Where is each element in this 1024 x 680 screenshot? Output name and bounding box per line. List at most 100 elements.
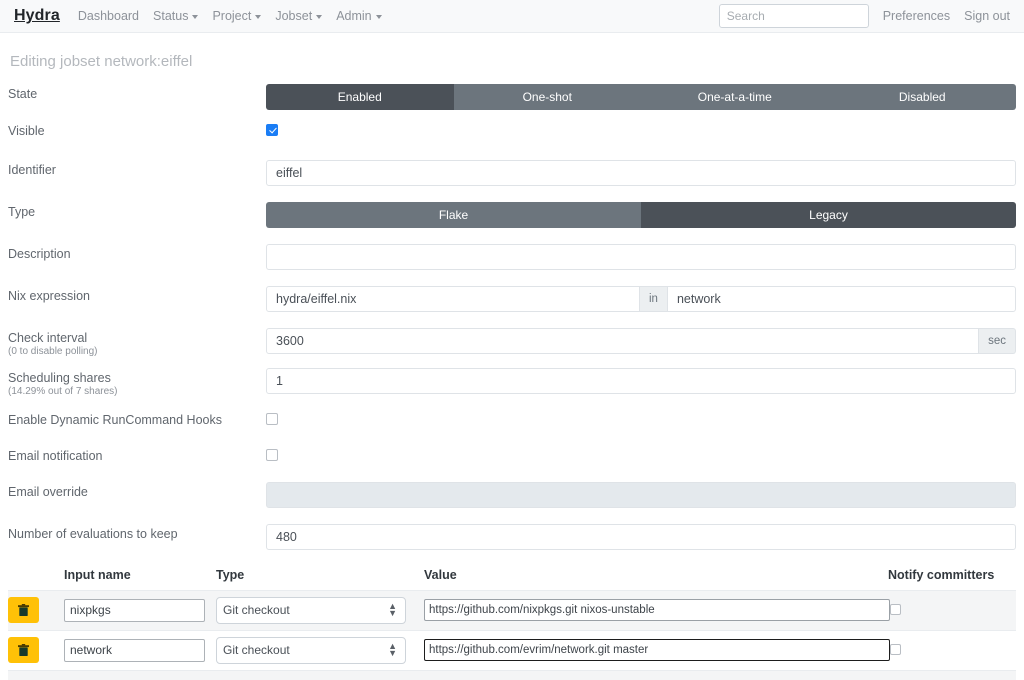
input-row-value-cell [424,639,890,661]
input-type-select-wrap: Git checkout ▲▼ [216,597,406,624]
nav-item-label: Admin [336,9,371,23]
field-label-email-notification: Email notification [8,446,266,463]
field-row-type: Type Flake Legacy [8,202,1016,228]
field-label-dynamic-runcommand: Enable Dynamic RunCommand Hooks [8,410,266,427]
state-option-enabled[interactable]: Enabled [266,84,454,110]
nix-expression-input-name-input[interactable] [667,286,1016,312]
scheduling-shares-control [266,368,1016,394]
nav-right-group: Preferences Sign out [719,4,1010,28]
email-override-control [266,482,1016,508]
type-option-flake[interactable]: Flake [266,202,641,228]
identifier-input[interactable] [266,160,1016,186]
field-label-state: State [8,84,266,101]
input-row-delete-cell [8,597,64,623]
sign-out-link[interactable]: Sign out [964,9,1010,23]
check-interval-control: sec [266,328,1016,354]
field-label-identifier: Identifier [8,160,266,177]
notify-committers-checkbox[interactable] [890,644,901,655]
input-name-field[interactable] [64,639,205,662]
input-row-notify-cell [890,643,1018,658]
field-row-visible: Visible [8,121,1016,143]
field-row-scheduling-shares: Scheduling shares (14.29% out of 7 share… [8,368,1016,398]
description-input[interactable] [266,244,1016,270]
state-option-one-shot[interactable]: One-shot [454,84,642,110]
nix-expression-in-addon: in [640,286,667,312]
field-row-dynamic-runcommand: Enable Dynamic RunCommand Hooks [8,410,1016,432]
type-option-legacy[interactable]: Legacy [641,202,1016,228]
evaluations-to-keep-control [266,524,1016,550]
field-label-email-override: Email override [8,482,266,499]
field-label-sub: (14.29% out of 7 shares) [8,386,266,398]
email-notification-checkbox[interactable] [266,449,278,461]
type-button-group: Flake Legacy [266,202,1016,228]
state-option-disabled[interactable]: Disabled [829,84,1017,110]
primary-nav: Dashboard Status Project Jobset Admin [78,9,382,23]
chevron-down-icon [255,15,261,19]
chevron-down-icon [376,15,382,19]
input-name-field[interactable] [64,599,205,622]
table-header-input-name: Input name [64,568,216,582]
field-label-text: Check interval [8,331,87,345]
table-header-value: Value [424,568,888,582]
type-control: Flake Legacy [266,202,1016,228]
field-row-evaluations-to-keep: Number of evaluations to keep [8,524,1016,550]
nav-item-dashboard[interactable]: Dashboard [78,9,139,23]
trash-icon [18,604,29,617]
evaluations-to-keep-input[interactable] [266,524,1016,550]
nix-expression-path-input[interactable] [266,286,640,312]
nav-item-label: Dashboard [78,9,139,23]
input-type-select[interactable]: Git checkout [216,597,406,624]
nav-item-jobset[interactable]: Jobset [275,9,322,23]
input-row-delete-cell [8,637,64,663]
field-label-description: Description [8,244,266,261]
field-label-check-interval: Check interval (0 to disable polling) [8,328,266,358]
table-header-notify-committers: Notify committers [888,568,1016,582]
description-control [266,244,1016,270]
field-label-text: Scheduling shares [8,371,111,385]
scheduling-shares-input[interactable] [266,368,1016,394]
table-header-type: Type [216,568,424,582]
check-interval-input[interactable] [266,328,979,354]
delete-input-button[interactable] [8,597,39,623]
visible-control [266,121,1016,139]
page-container: Editing jobset network:eiffel State Enab… [0,33,1024,680]
nav-item-label: Project [212,9,251,23]
input-row-value-cell [424,599,890,621]
field-row-email-override: Email override [8,482,1016,508]
email-notification-control [266,446,1016,464]
table-row: Git checkout ▲▼ [8,630,1016,670]
input-row-name-cell [64,639,216,662]
email-override-input [266,482,1016,508]
nav-item-project[interactable]: Project [212,9,261,23]
dynamic-runcommand-checkbox[interactable] [266,413,278,425]
brand-logo[interactable]: Hydra [14,7,60,25]
preferences-link[interactable]: Preferences [883,9,950,23]
field-label-nix-expression: Nix expression [8,286,266,303]
trash-icon [18,644,29,657]
nav-item-status[interactable]: Status [153,9,198,23]
state-option-one-at-a-time[interactable]: One-at-a-time [641,84,829,110]
state-control: Enabled One-shot One-at-a-time Disabled [266,84,1016,110]
field-label-visible: Visible [8,121,266,138]
field-row-nix-expression: Nix expression in [8,286,1016,312]
input-type-select[interactable]: Git checkout [216,637,406,664]
nix-expression-input-group: in [266,286,1016,312]
input-type-select-wrap: Git checkout ▲▼ [216,637,406,664]
nav-item-admin[interactable]: Admin [336,9,381,23]
add-input-row: ➕ Add a new input [8,671,1016,680]
identifier-control [266,160,1016,186]
input-value-field[interactable] [424,599,890,621]
search-input[interactable] [719,4,869,28]
nav-item-label: Jobset [275,9,312,23]
visible-checkbox[interactable] [266,124,278,136]
field-label-evaluations-to-keep: Number of evaluations to keep [8,524,266,541]
chevron-down-icon [316,15,322,19]
delete-input-button[interactable] [8,637,39,663]
state-button-group: Enabled One-shot One-at-a-time Disabled [266,84,1016,110]
table-row: Git checkout ▲▼ [8,590,1016,630]
input-row-type-cell: Git checkout ▲▼ [216,597,424,624]
field-label-sub: (0 to disable polling) [8,346,266,358]
input-value-field[interactable] [424,639,890,661]
field-row-check-interval: Check interval (0 to disable polling) se… [8,328,1016,358]
notify-committers-checkbox[interactable] [890,604,901,615]
